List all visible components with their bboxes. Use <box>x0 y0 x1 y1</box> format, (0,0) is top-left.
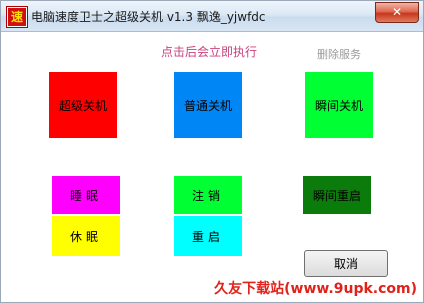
restart-button[interactable]: 重启 <box>174 216 242 256</box>
cancel-button[interactable]: 取消 <box>304 250 388 277</box>
app-icon: 速 <box>7 7 27 27</box>
sleep-button[interactable]: 睡眠 <box>52 176 120 214</box>
close-button[interactable]: ✕ <box>375 2 419 23</box>
hibernate-button[interactable]: 休眠 <box>52 216 120 256</box>
instant-restart-button[interactable]: 瞬间重启 <box>303 176 371 214</box>
instant-shutdown-button[interactable]: 瞬间关机 <box>305 72 373 138</box>
super-shutdown-button[interactable]: 超级关机 <box>49 72 117 138</box>
app-window: 速 电脑速度卫士之超级关机 v1.3 飘逸_yjwfdc ✕ 点击后会立即执行 … <box>0 0 424 303</box>
title-bar[interactable]: 速 电脑速度卫士之超级关机 v1.3 飘逸_yjwfdc ✕ <box>1 1 423 32</box>
window-title: 电脑速度卫士之超级关机 v1.3 飘逸_yjwfdc <box>31 10 266 24</box>
hint-text: 点击后会立即执行 <box>161 45 258 59</box>
normal-shutdown-button[interactable]: 普通关机 <box>174 72 242 138</box>
logoff-button[interactable]: 注销 <box>174 176 242 214</box>
remove-service-link[interactable]: 删除服务 <box>317 46 361 62</box>
site-watermark: 久友下载站(www.9upk.com) <box>214 281 417 297</box>
main-panel: 点击后会立即执行 删除服务 超级关机 普通关机 瞬间关机 睡眠 休眠 注销 重启… <box>1 32 423 302</box>
